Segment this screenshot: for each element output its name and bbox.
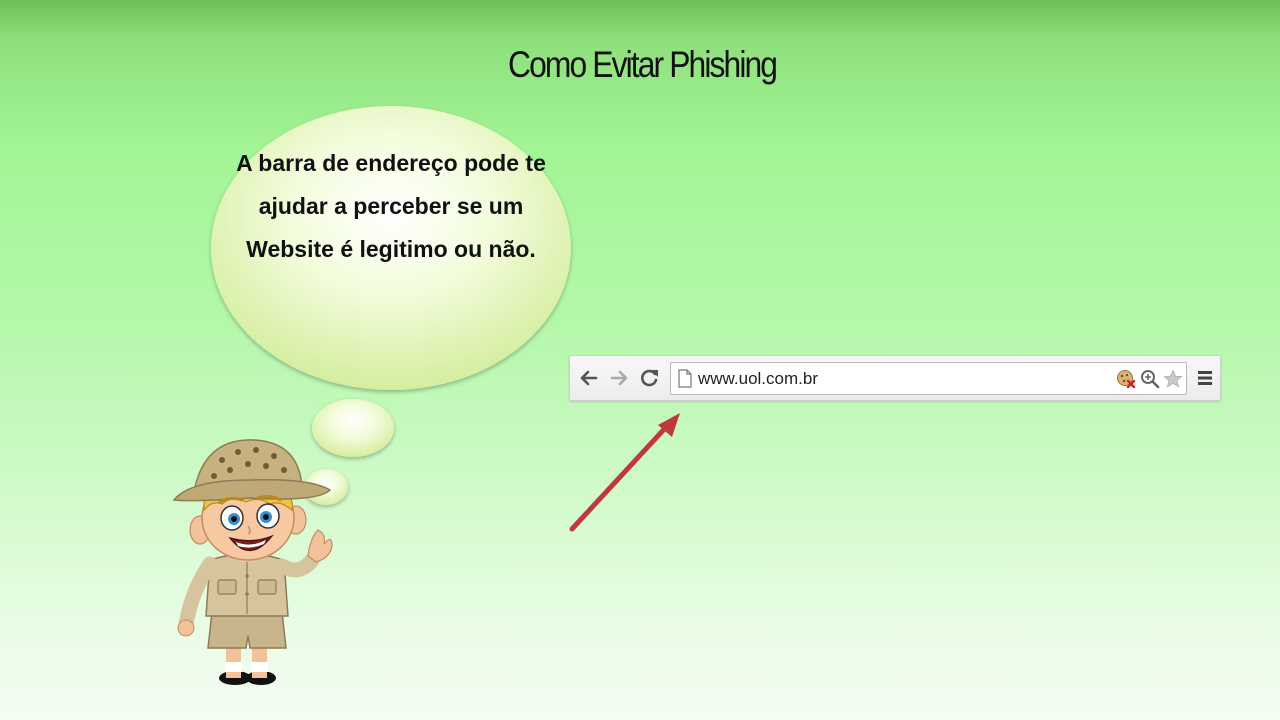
zoom-icon (1141, 370, 1160, 389)
url-text: www.uol.com.br (698, 369, 818, 388)
forward-button[interactable] (608, 367, 630, 389)
cookie-blocked-button[interactable] (1116, 369, 1136, 389)
forward-arrow-icon (610, 370, 628, 386)
back-arrow-icon (580, 370, 598, 386)
speech-text: A barra de endereço pode te ajudar a per… (236, 150, 546, 262)
menu-icon[interactable] (1196, 368, 1214, 388)
pointer-arrow (569, 413, 680, 532)
address-bar[interactable]: www.uol.com.br (670, 362, 1187, 395)
cookie-blocked-icon (1117, 370, 1136, 389)
explorer-character (172, 439, 333, 685)
slide-title: Como Evitar Phishing (508, 44, 778, 85)
bookmark-button[interactable] (1163, 369, 1183, 389)
star-icon (1163, 369, 1183, 388)
zoom-button[interactable] (1140, 369, 1160, 389)
browser-toolbar: www.uol.com.br (569, 355, 1221, 401)
reload-button[interactable] (638, 367, 660, 389)
reload-icon (641, 369, 658, 387)
back-button[interactable] (578, 367, 600, 389)
page-icon (678, 369, 692, 388)
